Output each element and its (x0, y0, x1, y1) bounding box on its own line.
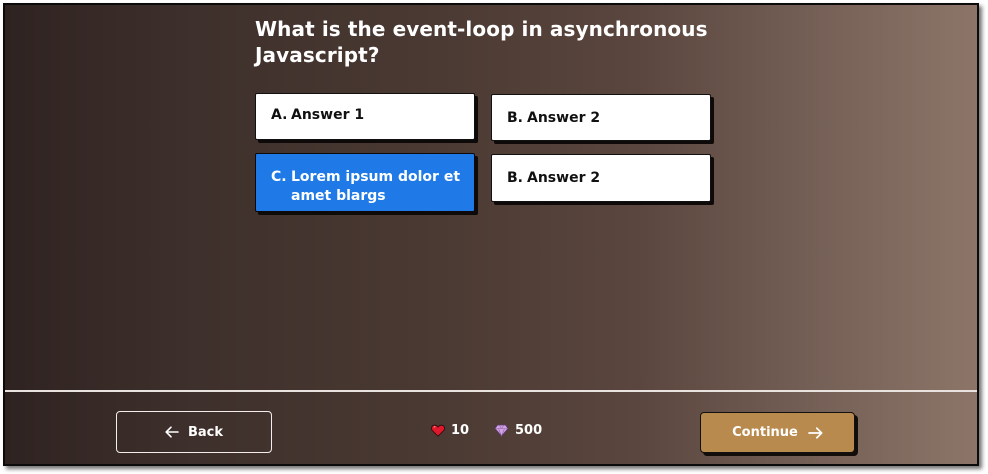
answer-option-b-second[interactable]: B. Answer 2 (491, 154, 711, 202)
question-text: What is the event-loop in asynchronous J… (255, 16, 725, 68)
gems-counter: 500 (494, 423, 542, 438)
diamond-icon (494, 424, 509, 437)
answer-option-c[interactable]: C. Lorem ipsum dolor et amet blargs (255, 153, 475, 212)
answer-text: Answer 2 (527, 110, 601, 126)
answer-letter: A. (271, 107, 288, 123)
answer-text: Answer 2 (527, 170, 601, 186)
back-button-label: Back (187, 424, 224, 440)
quiz-panel: What is the event-loop in asynchronous J… (3, 3, 979, 466)
gems-count: 500 (515, 423, 543, 438)
lives-count: 10 (451, 423, 470, 438)
answer-letter: C. (271, 169, 287, 185)
footer-divider (5, 390, 977, 392)
arrow-left-icon (165, 426, 179, 438)
answer-text: Answer 1 (291, 107, 365, 123)
answer-letter: B. (507, 170, 523, 186)
answer-letter: B. (507, 110, 523, 126)
arrow-right-icon (808, 426, 823, 439)
answer-option-a[interactable]: A. Answer 1 (255, 93, 475, 140)
answer-text: Lorem ipsum dolor et amet blargs (291, 169, 461, 204)
question-line-2: Javascript? (255, 43, 380, 67)
back-button[interactable]: Back (116, 411, 272, 453)
lives-counter: 10 (431, 423, 469, 438)
continue-button[interactable]: Continue (700, 412, 855, 453)
continue-button-label: Continue (732, 425, 798, 440)
heart-icon (431, 424, 445, 437)
answer-option-b[interactable]: B. Answer 2 (491, 94, 711, 141)
question-line-1: What is the event-loop in asynchronous (255, 17, 708, 41)
